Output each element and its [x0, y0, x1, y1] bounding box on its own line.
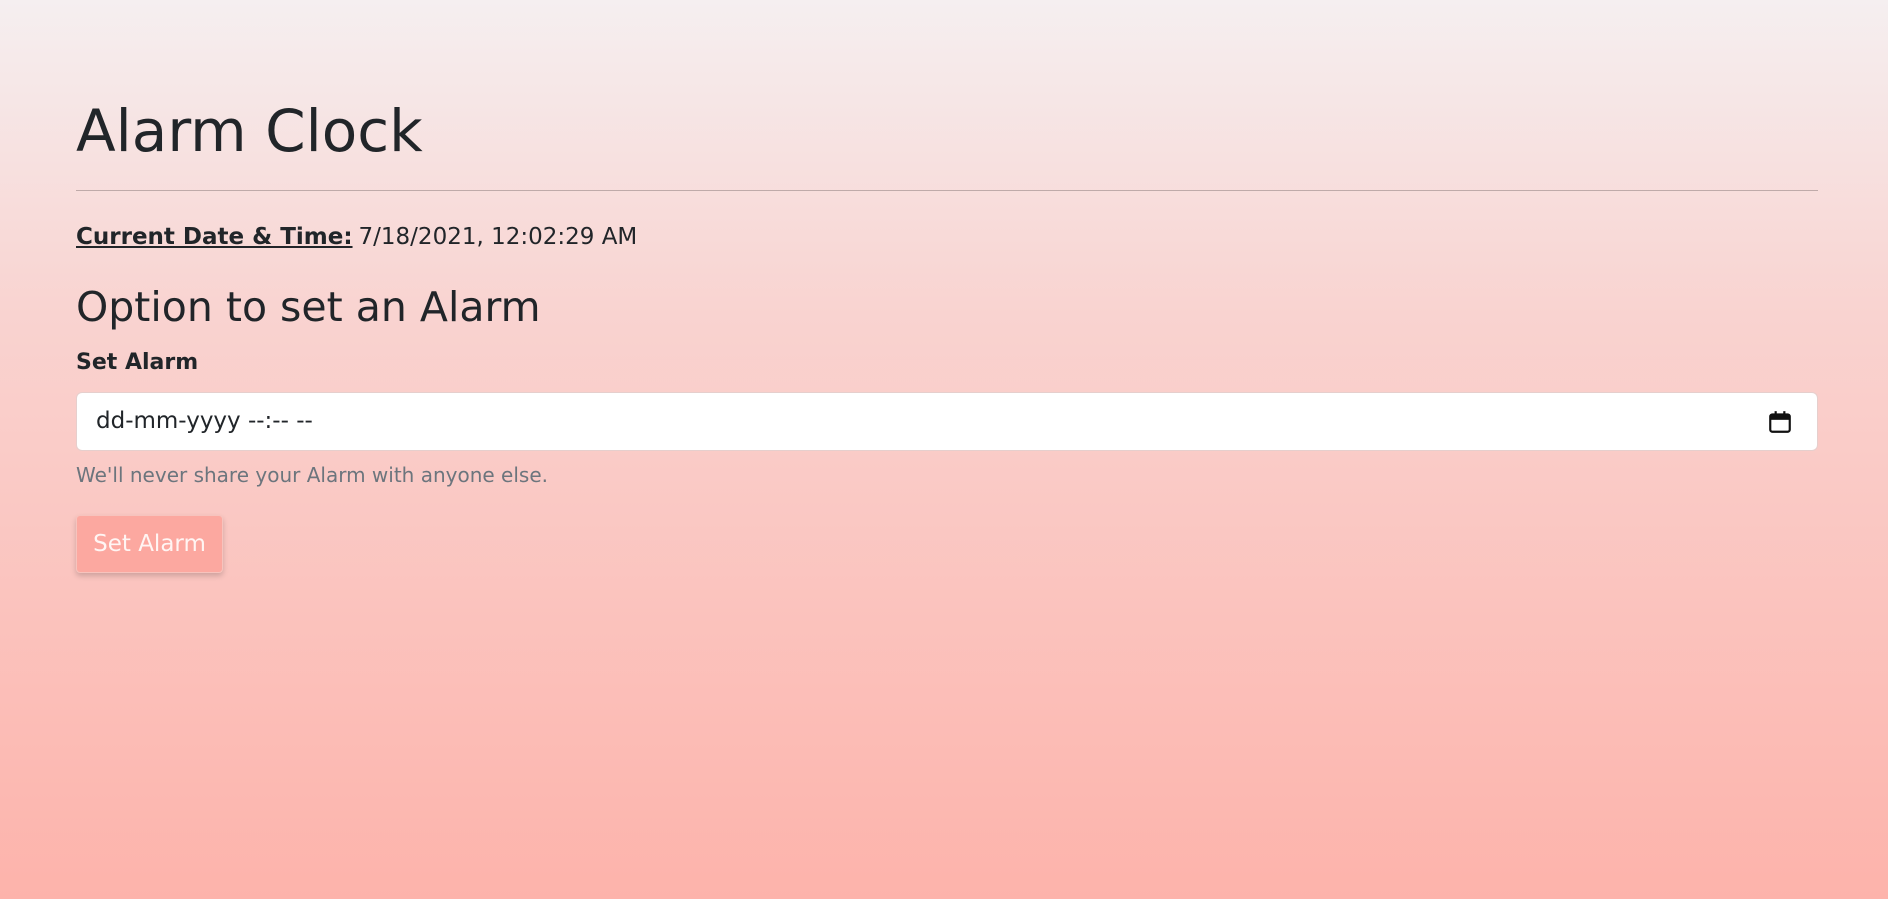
calendar-icon[interactable] — [1767, 409, 1793, 435]
set-alarm-button[interactable]: Set Alarm — [76, 515, 223, 573]
current-datetime-label: Current Date & Time: — [76, 224, 353, 250]
divider — [76, 190, 1818, 191]
set-alarm-label: Set Alarm — [76, 350, 199, 375]
alarm-datetime-input[interactable]: dd-mm-yyyy --:-- -- — [76, 392, 1818, 451]
current-datetime-value: 7/18/2021, 12:02:29 AM — [358, 224, 638, 250]
page-title: Alarm Clock — [76, 97, 423, 165]
alarm-section-title: Option to set an Alarm — [76, 283, 541, 331]
alarm-input-placeholder: dd-mm-yyyy --:-- -- — [96, 408, 313, 434]
alarm-help-text: We'll never share your Alarm with anyone… — [76, 463, 548, 487]
current-datetime-row: Current Date & Time: 7/18/2021, 12:02:29 … — [76, 220, 637, 254]
